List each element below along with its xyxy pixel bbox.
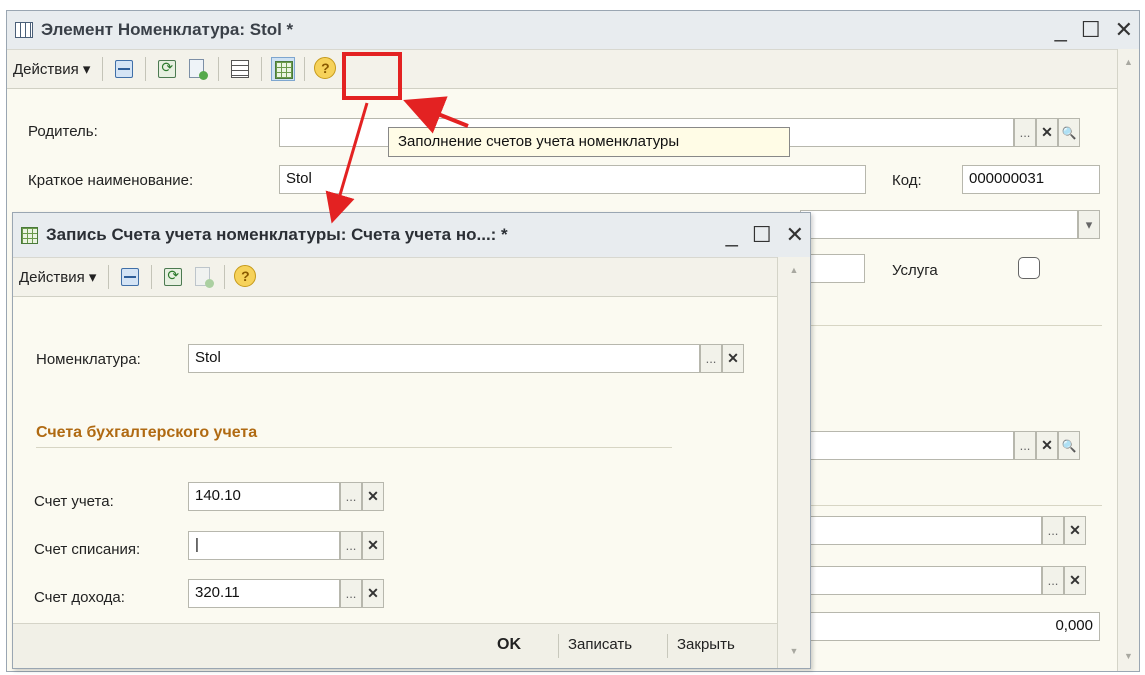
- chevron-down-icon[interactable]: ▾: [1078, 210, 1100, 239]
- account-choose-button[interactable]: ...: [340, 482, 362, 511]
- toolbar-separator: [108, 265, 110, 289]
- writeoff-clear-button[interactable]: ✕: [362, 531, 384, 560]
- footer-separator: [558, 634, 559, 658]
- section-title: Счета бухгалтерского учета: [36, 424, 258, 441]
- code-label: Код:: [892, 172, 922, 189]
- main-field-a[interactable]: [800, 516, 1042, 545]
- income-label: Счет дохода:: [34, 589, 125, 606]
- save-button[interactable]: Записать: [568, 636, 632, 653]
- maximize-icon[interactable]: ☐: [1081, 17, 1101, 43]
- main-ref-open-button[interactable]: 🔍: [1058, 431, 1080, 460]
- help-icon[interactable]: ?: [314, 57, 338, 81]
- save-close-icon[interactable]: [112, 57, 136, 81]
- short-name-field[interactable]: Stol: [279, 165, 866, 194]
- service-checkbox[interactable]: [1018, 257, 1040, 279]
- refresh-icon[interactable]: [161, 265, 185, 289]
- account-field[interactable]: 140.10: [188, 482, 340, 511]
- accounts-fill-icon[interactable]: [271, 57, 296, 81]
- close-button[interactable]: Закрыть: [677, 636, 735, 653]
- nomenclature-clear-button[interactable]: ✕: [722, 344, 744, 373]
- account-clear-button[interactable]: ✕: [362, 482, 384, 511]
- writeoff-choose-button[interactable]: ...: [340, 531, 362, 560]
- main-titlebar: Элемент Номенклатура: Stol * _ ☐ ✕: [7, 11, 1139, 49]
- close-icon[interactable]: ✕: [1115, 17, 1133, 43]
- amount-field[interactable]: 0,000: [800, 612, 1100, 641]
- main-field-a-choose[interactable]: ...: [1042, 516, 1064, 545]
- actions-menu[interactable]: Действия ▾: [13, 60, 96, 78]
- minimize-icon[interactable]: _: [1055, 17, 1067, 43]
- footer-separator: [667, 634, 668, 658]
- dialog-title: Запись Счета учета номенклатуры: Счета у…: [46, 225, 508, 244]
- dialog-titlebar: Запись Счета учета номенклатуры: Счета у…: [13, 213, 810, 257]
- writeoff-label: Счет списания:: [34, 541, 141, 558]
- catalog-icon: [15, 22, 33, 38]
- main-field-b-clear[interactable]: ✕: [1064, 566, 1086, 595]
- parent-clear-button[interactable]: ✕: [1036, 118, 1058, 147]
- toolbar-separator: [151, 265, 153, 289]
- main-field-b-choose[interactable]: ...: [1042, 566, 1064, 595]
- main-ref-field[interactable]: [800, 431, 1014, 460]
- tooltip: Заполнение счетов учета номенклатуры: [388, 127, 790, 157]
- list-icon[interactable]: [228, 57, 252, 81]
- toolbar-separator: [304, 57, 306, 81]
- refresh-icon[interactable]: [155, 57, 179, 81]
- main-select-field[interactable]: [800, 210, 1078, 239]
- income-clear-button[interactable]: ✕: [362, 579, 384, 608]
- main-ref-clear-button[interactable]: ✕: [1036, 431, 1058, 460]
- main-scrollbar[interactable]: ▲ ▼: [1117, 49, 1139, 671]
- maximize-icon[interactable]: ☐: [752, 222, 772, 248]
- copy-icon[interactable]: [185, 57, 209, 81]
- toolbar-separator: [145, 57, 147, 81]
- toolbar-separator: [224, 265, 226, 289]
- dialog-scrollbar[interactable]: ▲ ▼: [777, 257, 810, 668]
- save-close-icon[interactable]: [118, 265, 142, 289]
- parent-open-button[interactable]: 🔍: [1058, 118, 1080, 147]
- main-ref-choose-button[interactable]: ...: [1014, 431, 1036, 460]
- main-field-b[interactable]: [800, 566, 1042, 595]
- main-toolbar: Действия ▾ ?: [7, 49, 1117, 89]
- dialog-toolbar: Действия ▾ ?: [13, 257, 777, 297]
- dialog-footer: OK Записать Закрыть: [13, 623, 777, 668]
- income-field[interactable]: 320.11: [188, 579, 340, 608]
- short-name-label: Краткое наименование:: [28, 172, 194, 189]
- section-underline: [36, 447, 672, 448]
- parent-choose-button[interactable]: ...: [1014, 118, 1036, 147]
- register-icon: [21, 226, 38, 244]
- income-choose-button[interactable]: ...: [340, 579, 362, 608]
- dialog-actions-menu[interactable]: Действия ▾: [19, 268, 102, 286]
- ok-button[interactable]: OK: [497, 636, 521, 654]
- service-label: Услуга: [892, 262, 938, 279]
- nomenclature-field[interactable]: Stol: [188, 344, 700, 373]
- main-field-a-clear[interactable]: ✕: [1064, 516, 1086, 545]
- main-divider: [800, 325, 1102, 326]
- highlight-box: [342, 52, 402, 100]
- code-field[interactable]: 000000031: [962, 165, 1100, 194]
- minimize-icon[interactable]: _: [726, 222, 738, 248]
- close-icon[interactable]: ✕: [786, 222, 804, 248]
- writeoff-field[interactable]: |: [188, 531, 340, 560]
- nomenclature-choose-button[interactable]: ...: [700, 344, 722, 373]
- main-divider-2: [800, 505, 1102, 506]
- help-icon[interactable]: ?: [234, 265, 258, 289]
- toolbar-separator: [102, 57, 104, 81]
- parent-label: Родитель:: [28, 123, 98, 140]
- nomenclature-label: Номенклатура:: [36, 351, 141, 368]
- toolbar-separator: [218, 57, 220, 81]
- copy-icon: [191, 265, 215, 289]
- toolbar-separator: [261, 57, 263, 81]
- main-window-title: Элемент Номенклатура: Stol *: [41, 20, 294, 39]
- account-label: Счет учета:: [34, 493, 114, 510]
